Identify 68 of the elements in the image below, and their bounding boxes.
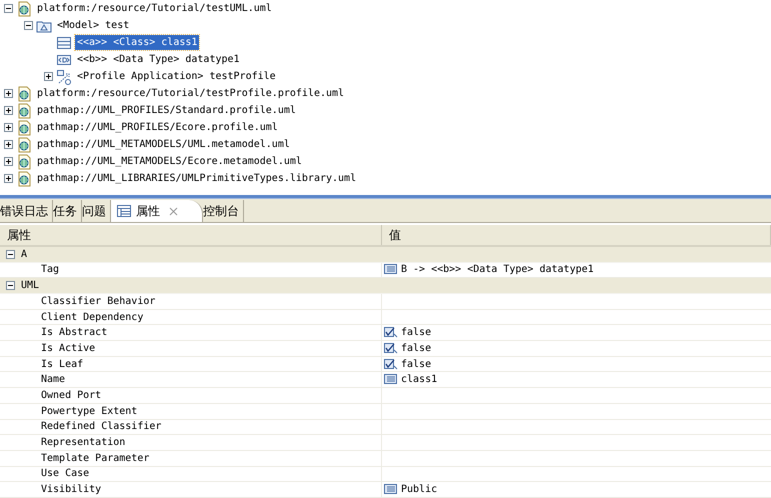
list-icon: [384, 484, 398, 496]
tree-item[interactable]: <<a>> <Class> class1: [75, 35, 200, 50]
property-name: Client Dependency: [41, 312, 144, 323]
table-icon: [117, 205, 131, 218]
tree-item[interactable]: <Profile Application> testProfile: [75, 69, 278, 84]
globe-document-icon: [16, 170, 32, 186]
property-name: Visibility: [41, 484, 102, 496]
tab[interactable]: 控制台: [203, 200, 244, 222]
tab[interactable]: 任务: [53, 200, 82, 222]
tree-item[interactable]: pathmap://UML_PROFILES/Ecore.profile.uml: [35, 120, 280, 135]
property-value: B -> <<b>> <Data Type> datatype1: [401, 264, 594, 276]
tree-item[interactable]: platform:/resource/Tutorial/testProfile.profile.uml: [35, 86, 346, 101]
property-name: Use Case: [41, 468, 90, 480]
collapse-icon[interactable]: [6, 281, 15, 290]
property-name: Name: [41, 374, 66, 386]
profile-application-icon: [56, 68, 72, 84]
expand-icon[interactable]: [4, 89, 13, 98]
class-icon: [56, 34, 72, 50]
column-header[interactable]: 属性: [0, 225, 382, 245]
property-value: class1: [401, 374, 438, 386]
tree-item[interactable]: <Model> test: [55, 18, 132, 33]
property-name: Powertype Extent: [41, 406, 138, 417]
globe-document-icon: [16, 86, 32, 102]
globe-document-icon: [16, 154, 32, 170]
column-header[interactable]: 值: [382, 225, 771, 245]
property-name: Is Active: [41, 342, 96, 354]
tab[interactable]: 属性: [111, 200, 203, 222]
checkbox-icon: [384, 342, 398, 354]
collapse-icon[interactable]: [24, 21, 33, 30]
collapse-icon[interactable]: [4, 4, 13, 13]
tab[interactable]: 错误日志: [0, 200, 53, 222]
category-label: A: [21, 248, 28, 260]
collapse-icon[interactable]: [6, 250, 15, 259]
list-icon: [384, 374, 398, 386]
checkbox-icon: [384, 327, 398, 338]
property-value: false: [401, 342, 432, 354]
list-icon: [384, 264, 398, 276]
expand-icon[interactable]: [4, 157, 13, 166]
tab[interactable]: 问题: [82, 200, 111, 222]
globe-document-icon: [16, 120, 32, 136]
property-name: Is Abstract: [41, 327, 108, 338]
expand-icon[interactable]: [44, 72, 53, 81]
tree-item[interactable]: <<b>> <Data Type> datatype1: [75, 52, 242, 67]
tree-item[interactable]: pathmap://UML_LIBRARIES/UMLPrimitiveTypes.library.uml: [35, 171, 358, 186]
globe-document-icon: [16, 102, 32, 118]
globe-document-icon: [16, 0, 32, 16]
tree-item[interactable]: platform:/resource/Tutorial/testUML.uml: [35, 1, 274, 16]
expand-icon[interactable]: [4, 140, 13, 149]
property-name: Tag: [41, 264, 60, 276]
property-name: Redefined Classifier: [41, 421, 162, 432]
property-value: false: [401, 358, 432, 370]
property-name: Is Leaf: [41, 358, 84, 370]
tree-item[interactable]: pathmap://UML_METAMODELS/UML.metamodel.uml: [35, 137, 292, 152]
expand-icon[interactable]: [4, 106, 13, 115]
property-value: false: [401, 327, 432, 338]
expand-icon[interactable]: [4, 174, 13, 183]
close-icon[interactable]: [169, 206, 178, 216]
tree-item[interactable]: pathmap://UML_PROFILES/Standard.profile.uml: [35, 103, 298, 118]
category-label: UML: [21, 280, 40, 292]
tree-item[interactable]: pathmap://UML_METAMODELS/Ecore.metamodel.uml: [35, 154, 304, 169]
expand-icon[interactable]: [4, 123, 13, 132]
globe-document-icon: [16, 136, 32, 152]
property-value: Public: [401, 484, 438, 496]
property-name: Template Parameter: [41, 452, 150, 464]
checkbox-icon: [384, 358, 398, 370]
property-name: Representation: [41, 437, 126, 448]
property-name: Owned Port: [41, 390, 102, 401]
property-name: Classifier Behavior: [41, 296, 156, 307]
